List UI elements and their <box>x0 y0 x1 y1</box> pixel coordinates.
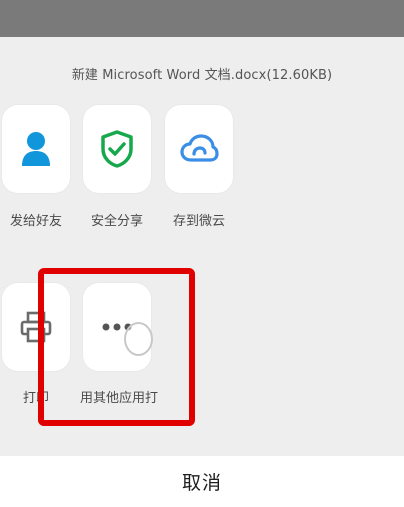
secure-share-button[interactable] <box>83 105 151 193</box>
share-to-friend-button[interactable] <box>2 105 70 193</box>
open-with-other-app-label: 用其他应用打 <box>80 391 159 406</box>
file-title: 新建 Microsoft Word 文档.docx(12.60KB) <box>71 68 333 83</box>
print-label: 打印 <box>23 391 50 406</box>
share-to-friend-label: 发给好友 <box>10 214 63 229</box>
cancel-label: 取消 <box>181 472 222 494</box>
cancel-button[interactable]: 取消 <box>0 456 404 507</box>
touch-indicator <box>124 322 153 356</box>
secure-share-label: 安全分享 <box>91 214 144 229</box>
cloud-icon <box>179 132 219 166</box>
shield-check-icon <box>100 130 134 168</box>
printer-icon <box>19 310 53 344</box>
save-to-weiyun-button[interactable] <box>165 105 233 193</box>
save-to-weiyun-label: 存到微云 <box>173 214 226 229</box>
share-sheet <box>0 37 404 456</box>
dimmed-backdrop[interactable] <box>0 0 404 37</box>
print-button[interactable] <box>2 283 70 371</box>
person-icon <box>19 130 53 168</box>
